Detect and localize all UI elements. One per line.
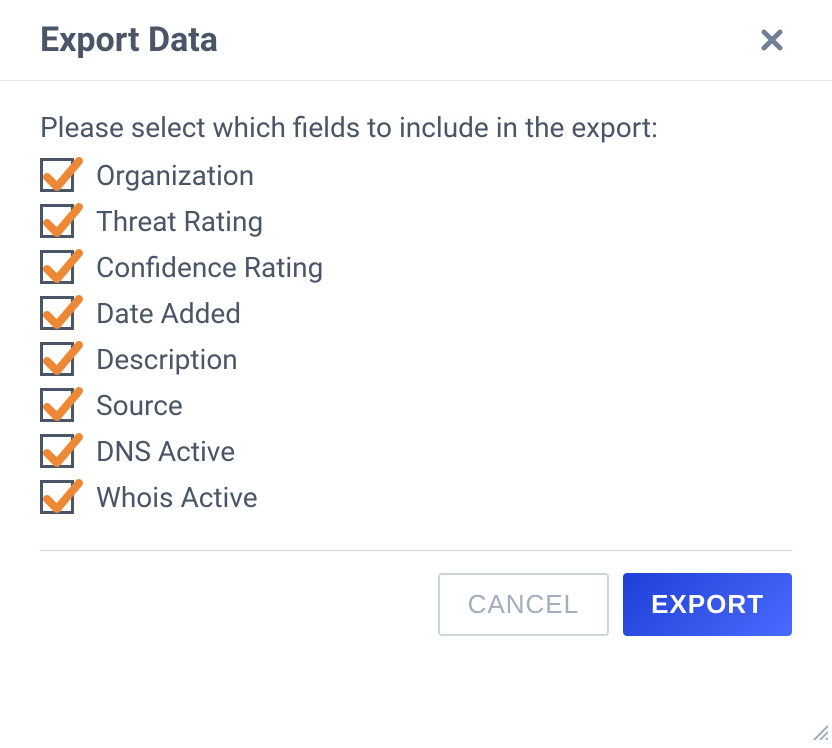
checkbox-item-date-added: Date Added — [40, 290, 792, 336]
checkbox-label[interactable]: Organization — [96, 159, 254, 192]
modal-header: Export Data — [0, 0, 832, 81]
checkbox-organization[interactable] — [40, 158, 74, 192]
checkbox-label[interactable]: Confidence Rating — [96, 251, 323, 284]
checkbox-label[interactable]: Date Added — [96, 297, 241, 330]
resize-handle[interactable] — [810, 722, 828, 744]
checkbox-label[interactable]: Description — [96, 343, 238, 376]
checkbox-item-organization: Organization — [40, 152, 792, 198]
resize-grip-icon — [810, 722, 828, 740]
checkbox-dns-active[interactable] — [40, 434, 74, 468]
modal-body: Please select which fields to include in… — [0, 81, 832, 530]
checkbox-item-confidence-rating: Confidence Rating — [40, 244, 792, 290]
checkmark-icon — [41, 429, 83, 471]
checkmark-icon — [41, 291, 83, 333]
export-data-modal: Export Data Please select which fields t… — [0, 0, 832, 666]
checkbox-label[interactable]: Threat Rating — [96, 205, 263, 238]
field-checkbox-list: Organization Threat Rating Confidence Ra… — [40, 152, 792, 520]
checkbox-item-description: Description — [40, 336, 792, 382]
checkbox-source[interactable] — [40, 388, 74, 422]
checkmark-icon — [41, 199, 83, 241]
cancel-button[interactable]: CANCEL — [438, 573, 609, 636]
checkbox-item-threat-rating: Threat Rating — [40, 198, 792, 244]
checkbox-item-whois-active: Whois Active — [40, 474, 792, 520]
modal-title: Export Data — [40, 20, 218, 60]
checkbox-whois-active[interactable] — [40, 480, 74, 514]
checkbox-label[interactable]: Source — [96, 389, 183, 422]
checkbox-description[interactable] — [40, 342, 74, 376]
checkmark-icon — [41, 383, 83, 425]
checkbox-label[interactable]: DNS Active — [96, 435, 235, 468]
checkbox-label[interactable]: Whois Active — [96, 481, 258, 514]
instruction-text: Please select which fields to include in… — [40, 111, 792, 144]
close-button[interactable] — [752, 20, 792, 60]
modal-footer: CANCEL EXPORT — [40, 550, 792, 666]
close-icon — [761, 29, 783, 51]
checkbox-confidence-rating[interactable] — [40, 250, 74, 284]
checkbox-item-dns-active: DNS Active — [40, 428, 792, 474]
checkbox-date-added[interactable] — [40, 296, 74, 330]
checkbox-item-source: Source — [40, 382, 792, 428]
checkbox-threat-rating[interactable] — [40, 204, 74, 238]
checkmark-icon — [41, 337, 83, 379]
checkmark-icon — [41, 475, 83, 517]
checkmark-icon — [41, 153, 83, 195]
export-button[interactable]: EXPORT — [623, 573, 792, 636]
checkmark-icon — [41, 245, 83, 287]
